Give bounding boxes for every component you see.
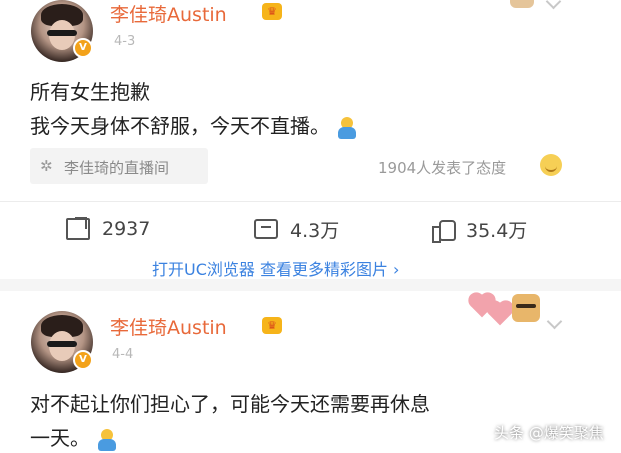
post-text: 我今天身体不舒服，今天不直播。 (30, 114, 330, 138)
repost-count: 2937 (102, 218, 151, 240)
live-source-tag[interactable]: ✲ 李佳琦的直播间 (30, 148, 208, 184)
heart-icon (488, 302, 512, 326)
post-separator (0, 279, 621, 291)
post-text: 一天。 (30, 426, 90, 450)
comment-count: 4.3万 (290, 219, 340, 242)
sticker-icon (512, 294, 540, 322)
share-icon (66, 218, 90, 240)
like-icon (432, 218, 456, 243)
repost-button[interactable]: 2937 (66, 214, 150, 244)
comment-button[interactable]: 4.3万 (254, 214, 339, 244)
post-time: 4-3 (114, 34, 136, 49)
watermark: 头条 @爆笑聚焦 (494, 424, 604, 442)
live-icon: ✲ (40, 157, 53, 175)
divider (0, 201, 621, 202)
sticker-top-icon (510, 0, 534, 8)
post-text-line-2: 我今天身体不舒服，今天不直播。 (30, 110, 358, 139)
smile-emoji-icon[interactable] (540, 154, 562, 176)
like-count: 35.4万 (466, 219, 528, 242)
comment-icon (254, 219, 278, 239)
username[interactable]: 李佳琦Austin (110, 313, 227, 340)
emoji-person-icon (96, 428, 118, 451)
post-text-line-1: 所有女生抱歉 (30, 80, 150, 104)
username[interactable]: 李佳琦Austin (110, 0, 227, 27)
crown-icon: ♛ (262, 317, 282, 334)
post-time: 4-4 (112, 347, 134, 362)
verified-badge-icon: V (73, 38, 93, 58)
like-button[interactable]: 35.4万 (432, 214, 527, 244)
post-text-line-1: 对不起让你们担心了，可能今天还需要再休息 (30, 392, 430, 416)
crown-icon: ♛ (262, 3, 282, 20)
post-text-line-2: 一天。 (30, 422, 118, 451)
emoji-person-icon (336, 116, 358, 139)
source-label: 李佳琦的直播间 (64, 159, 170, 177)
chevron-down-icon[interactable] (546, 313, 563, 330)
chevron-down-icon[interactable] (545, 0, 562, 10)
verified-badge-icon: V (73, 350, 93, 370)
open-uc-browser-link[interactable]: 打开UC浏览器 查看更多精彩图片 › (152, 256, 399, 280)
attitude-count[interactable]: 1904人发表了态度 (378, 157, 506, 178)
